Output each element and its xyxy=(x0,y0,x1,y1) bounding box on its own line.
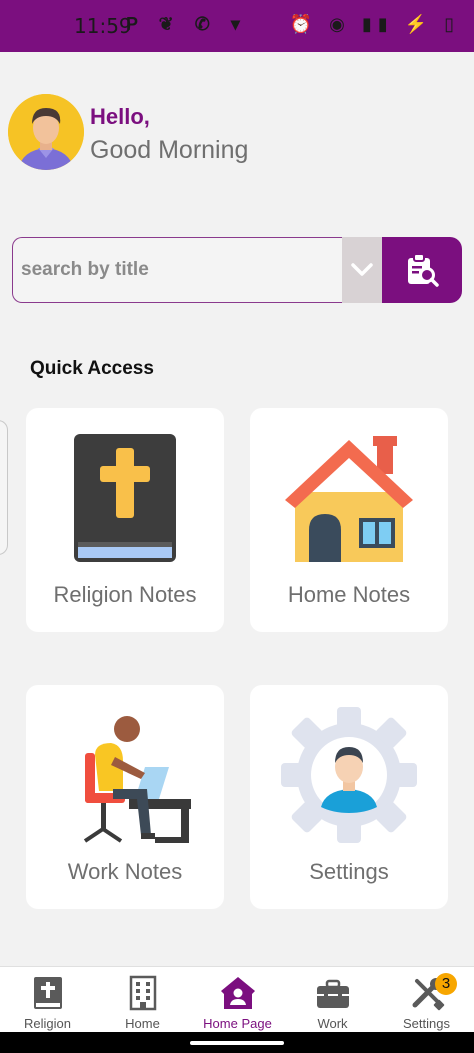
clipboard-search-icon xyxy=(408,253,439,287)
nav-item-religion[interactable]: Religion xyxy=(0,967,95,1033)
nav-label-religion: Religion xyxy=(24,1016,71,1031)
home-gesture-handle[interactable] xyxy=(190,1041,284,1045)
religion-notes-card[interactable]: Religion Notes xyxy=(26,408,224,632)
search-bar xyxy=(12,237,462,303)
gesture-navigation-bar xyxy=(0,1032,474,1053)
settings-gear-user-icon xyxy=(281,707,417,843)
nav-item-home[interactable]: Home xyxy=(95,967,190,1033)
nav-label-home-page: Home Page xyxy=(203,1016,272,1031)
hello-text: Hello, xyxy=(90,104,150,129)
quick-access-title: Quick Access xyxy=(30,358,154,379)
nav-label-home: Home xyxy=(125,1016,160,1031)
settings-card[interactable]: Settings xyxy=(250,685,448,909)
bible-icon xyxy=(74,434,176,562)
chevron-down-icon xyxy=(351,263,373,276)
nav-label-settings: Settings xyxy=(403,1016,450,1031)
nav-item-settings[interactable]: 3 Settings xyxy=(379,967,474,1033)
status-bar: 11:59 P ❦ ✆ ▾ ⏰ ◉ ▮▮ ⚡ ▯ xyxy=(0,0,474,52)
home-notes-card[interactable]: Home Notes xyxy=(250,408,448,632)
worker-desk-icon xyxy=(83,716,191,843)
search-input[interactable] xyxy=(12,237,344,303)
drawer-handle[interactable] xyxy=(0,420,8,555)
bible-icon xyxy=(33,977,62,1009)
nav-item-work[interactable]: Work xyxy=(285,967,380,1033)
house-icon xyxy=(285,436,413,562)
settings-label: Settings xyxy=(309,859,389,884)
search-filter-dropdown[interactable] xyxy=(342,237,382,303)
status-time: 11:59 xyxy=(74,14,132,38)
system-status-icons: ⏰ ◉ ▮▮ ⚡ ▯ xyxy=(289,14,460,34)
settings-notification-badge: 3 xyxy=(435,973,457,995)
toolbox-icon xyxy=(316,979,349,1008)
greeting-section: Hello, Good Morning xyxy=(8,94,308,174)
work-notes-card[interactable]: Work Notes xyxy=(26,685,224,909)
avatar[interactable] xyxy=(8,94,84,170)
building-icon xyxy=(129,975,156,1011)
greeting-message: Good Morning xyxy=(90,136,249,164)
work-notes-label: Work Notes xyxy=(67,859,183,884)
nav-label-work: Work xyxy=(317,1016,348,1031)
notification-icons: P ❦ ✆ ▾ xyxy=(126,14,248,34)
bottom-navigation: Religion Home Home Page Work 3 Settings xyxy=(0,966,474,1032)
search-button[interactable] xyxy=(382,237,462,303)
house-user-icon xyxy=(220,977,255,1009)
nav-item-home-page[interactable]: Home Page xyxy=(190,967,285,1033)
home-notes-label: Home Notes xyxy=(287,582,411,607)
religion-notes-label: Religion Notes xyxy=(53,582,197,607)
